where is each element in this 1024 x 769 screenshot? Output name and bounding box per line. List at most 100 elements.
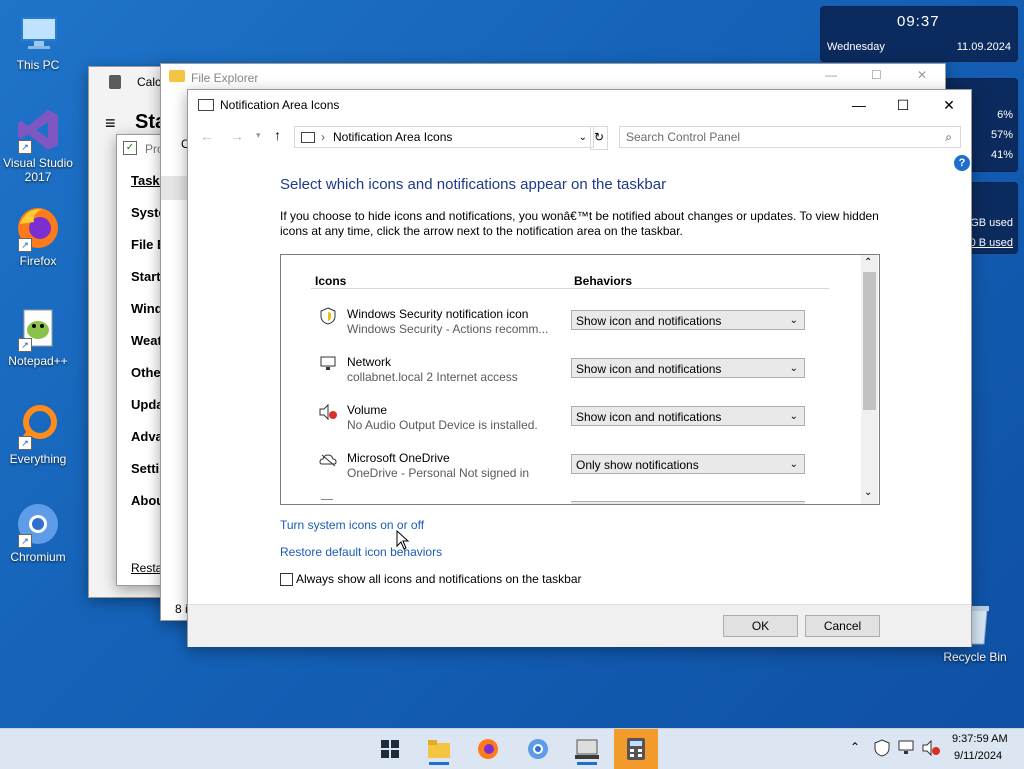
search-placeholder: Search Control Panel [626,130,741,144]
search-icon: ⌕ [945,129,952,144]
everything-search-icon: ↗ [14,402,62,450]
desktop-icon-everything[interactable]: ↗ Everything [0,402,76,466]
cancel-button[interactable]: Cancel [805,615,880,637]
usage-value-2: 57% [990,129,1013,141]
column-header-behaviors: Behaviors [574,274,633,288]
scroll-down-arrow[interactable]: ⌄ [864,487,872,498]
icons-list[interactable]: Icons Behaviors Windows Security notific… [280,254,880,505]
behavior-value: Show icon and notifications [576,362,722,376]
behavior-value: Show icon and notifications [576,314,722,328]
desktop-icon-label: Visual Studio 2017 [3,156,73,184]
behavior-select[interactable]: Show icon and notifications ⌄ [571,358,805,378]
hamburger-menu-icon[interactable]: ≡ [105,113,116,134]
taskbar: ⌃ 9:37:59 AM 9/11/2024 [0,728,1024,769]
show-hidden-icons-button[interactable]: ⌃ [850,740,860,754]
computer-icon [14,8,62,56]
settings-nav-item[interactable]: Start [131,269,161,284]
refresh-button[interactable]: ↻ [590,126,608,150]
desktop-icon-firefox[interactable]: ↗ Firefox [0,204,76,268]
windows-logo-icon [381,740,399,758]
control-panel-icon [198,99,214,111]
page-heading: Select which icons and notifications app… [280,176,667,193]
shortcut-arrow-icon: ↗ [18,238,32,252]
row-status: Windows Security - Actions recomm... [347,322,549,336]
usage-value-3: 41% [990,149,1013,161]
maximize-button[interactable]: ☐ [880,90,926,120]
desktop-icon-this-pc[interactable]: This PC [0,8,76,72]
chevron-down-icon: ⌄ [789,459,798,470]
chevron-down-icon: ⌄ [789,363,798,374]
notification-area-icons-window[interactable]: Notification Area Icons — ☐ ✕ ← → ▾ ↑ › … [187,89,972,647]
settings-nav-item[interactable]: Adva [131,429,163,444]
desktop-icon-label: Chromium [10,550,66,564]
explorer-close-button[interactable]: ✕ [917,68,927,82]
window-title: Notification Area Icons [220,98,340,112]
chromium-icon: ↗ [14,500,62,548]
behavior-value: Only show notifications [576,458,699,472]
tray-shield-icon[interactable] [874,739,890,760]
forward-button[interactable]: → [230,128,244,144]
tray-date[interactable]: 9/11/2024 [954,750,1002,762]
address-bar[interactable]: › Notification Area Icons ⌄ [294,126,594,148]
row-name: Volume [347,403,388,417]
settings-nav-item[interactable]: Setti [131,461,159,476]
chevron-down-icon: ⌄ [789,411,798,422]
notification-icon-row: Network collabnet.local 2 Internet access… [281,351,841,397]
back-button[interactable]: ← [200,128,214,144]
recent-locations-button[interactable]: ▾ [256,130,261,141]
clock-time: 09:37 [897,13,940,30]
behavior-select[interactable]: Only show notifications ⌄ [571,454,805,474]
explorer-status-text: 8 i [175,602,188,616]
header-divider [311,288,829,289]
calculator-app-icon [109,75,121,89]
settings-nav-item[interactable]: Upda [131,397,164,412]
usage-value-1: 6% [997,109,1013,121]
clock-widget: 09:37 Wednesday 11.09.2024 [820,6,1018,62]
mouse-cursor [396,529,410,553]
shortcut-arrow-icon: ↗ [18,140,32,154]
file-explorer-title: File Explorer [191,71,259,85]
firefox-icon: ↗ [14,204,62,252]
address-dropdown-icon[interactable]: ⌄ [579,132,587,143]
tray-network-icon[interactable] [898,740,916,759]
desktop-icon-label: Firefox [19,254,57,268]
help-icon[interactable]: ? [954,155,970,171]
taskbar-firefox[interactable] [470,733,506,765]
address-text: Notification Area Icons [333,130,453,144]
up-button[interactable]: ↑ [274,127,281,143]
settings-nav-item[interactable]: Weat [131,333,162,348]
behavior-select[interactable]: Show icon and notifications ⌄ [571,310,805,330]
taskbar-control-panel[interactable] [569,733,605,765]
vertical-scrollbar[interactable]: ⌃ ⌄ [861,255,878,504]
desktop-icon-notepadpp[interactable]: ↗ Notepad++ [0,304,76,368]
desktop-icon-visual-studio[interactable]: ↗ Visual Studio 2017 [0,106,76,184]
search-input[interactable]: Search Control Panel ⌕ [619,126,961,148]
partial-row-dropdown[interactable] [571,501,805,504]
desktop-icon-chromium[interactable]: ↗ Chromium [0,500,76,564]
network-icon [319,355,337,373]
scroll-thumb[interactable] [863,272,876,410]
explorer-maximize-button[interactable]: ☐ [871,68,882,82]
notepadpp-icon: ↗ [14,304,62,352]
settings-nav-item[interactable]: Othe [131,365,161,380]
clock-day: Wednesday [827,41,885,53]
taskbar-chromium[interactable] [520,733,556,765]
behavior-select[interactable]: Show icon and notifications ⌄ [571,406,805,426]
folder-icon [428,740,450,758]
minimize-button[interactable]: — [836,90,882,120]
tray-volume-muted-icon[interactable] [922,739,940,759]
scroll-up-arrow[interactable]: ⌃ [864,257,872,268]
restore-default-behaviors-link[interactable]: Restore default icon behaviors [280,545,442,559]
taskbar-calculator[interactable] [614,729,658,769]
ok-button[interactable]: OK [723,615,798,637]
explorer-minimize-button[interactable]: — [825,68,837,82]
address-separator-icon: › [321,130,325,144]
folder-icon [169,70,185,82]
close-button[interactable]: ✕ [926,90,972,120]
start-button[interactable] [372,733,408,765]
always-show-checkbox[interactable] [280,573,293,586]
shield-icon [319,307,337,325]
taskbar-file-explorer[interactable] [421,733,457,765]
tray-time[interactable]: 9:37:59 AM [952,733,1008,745]
settings-nav-item[interactable]: Wind [131,301,163,316]
